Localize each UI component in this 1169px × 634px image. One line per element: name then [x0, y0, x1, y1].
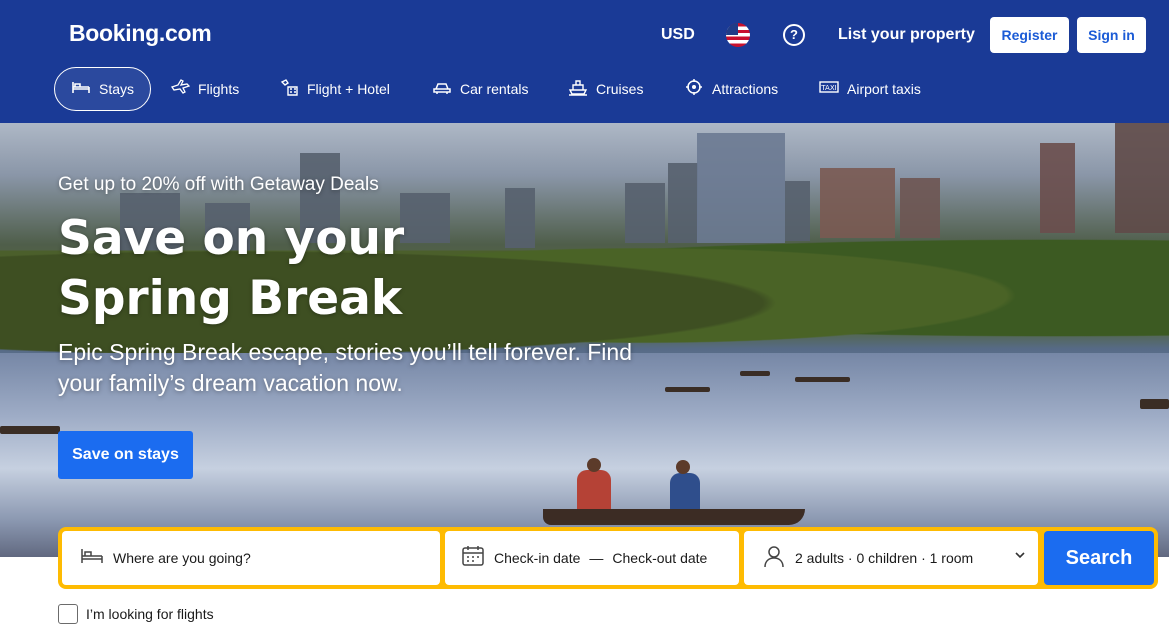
bed-icon: [71, 79, 91, 100]
hero-subtitle: Epic Spring Break escape, stories you’ll…: [58, 339, 632, 396]
chevron-down-icon: [1014, 549, 1026, 564]
nav-label: Flights: [198, 81, 240, 97]
sign-in-button[interactable]: Sign in: [1077, 17, 1146, 53]
destination-field[interactable]: Where are you going?: [62, 531, 440, 585]
taxi-icon: TAXI: [819, 80, 839, 99]
svg-text:TAXI: TAXI: [820, 84, 836, 92]
date-separator: —: [589, 550, 604, 566]
plane-icon: [170, 78, 191, 100]
rowboat: [543, 509, 805, 525]
rower-head: [587, 458, 601, 472]
nav-airport-taxis[interactable]: TAXI Airport taxis: [819, 67, 921, 111]
nav-flights[interactable]: Flights: [170, 67, 239, 111]
date-picker-field[interactable]: Check-in date — Check-out date: [445, 531, 739, 585]
nav-label: Car rentals: [460, 81, 529, 97]
rowboat: [740, 371, 770, 376]
flight-hotel-icon: [279, 78, 299, 101]
guests-value: 2 adults · 0 children · 1 room: [795, 550, 974, 566]
nav-stays[interactable]: Stays: [54, 67, 152, 111]
hero-title: Save on your Spring Break: [58, 211, 405, 326]
us-flag-icon[interactable]: [726, 23, 750, 47]
flights-checkbox-row[interactable]: I’m looking for flights: [58, 604, 214, 624]
destination-placeholder: Where are you going?: [113, 550, 251, 566]
rower-person: [577, 470, 611, 512]
top-header: Booking.com USD ? List your property Reg…: [0, 0, 1169, 123]
flights-checkbox-label: I’m looking for flights: [86, 606, 214, 622]
nav-label: Attractions: [712, 81, 779, 97]
attractions-icon: [684, 77, 704, 102]
nav-label: Cruises: [596, 81, 644, 97]
rowboat: [1140, 399, 1169, 409]
currency-selector[interactable]: USD: [661, 26, 695, 44]
flights-checkbox[interactable]: [58, 604, 78, 624]
help-icon[interactable]: ?: [783, 24, 805, 46]
guests-selector[interactable]: 2 adults · 0 children · 1 room: [744, 531, 1038, 585]
bed-icon: [80, 547, 104, 570]
nav-cruises[interactable]: Cruises: [568, 67, 643, 111]
hero-eyebrow: Get up to 20% off with Getaway Deals: [58, 174, 379, 195]
nav-label: Airport taxis: [847, 81, 921, 97]
checkout-label: Check-out date: [612, 550, 708, 566]
search-bar: Where are you going? Check-in date — Che…: [58, 527, 1158, 589]
person-icon: [762, 544, 786, 573]
rower-head: [676, 460, 690, 474]
checkin-label: Check-in date: [494, 550, 581, 566]
ship-icon: [568, 78, 588, 101]
booking-logo[interactable]: Booking.com: [69, 20, 212, 47]
calendar-icon: [461, 545, 485, 572]
nav-label: Stays: [99, 81, 135, 97]
rowboat: [795, 377, 850, 382]
car-icon: [432, 80, 452, 99]
nav-flight-hotel[interactable]: Flight + Hotel: [279, 67, 390, 111]
nav-label: Flight + Hotel: [307, 81, 390, 97]
register-button[interactable]: Register: [990, 17, 1069, 53]
search-button[interactable]: Search: [1044, 531, 1154, 585]
rower-person: [670, 473, 700, 513]
rowboat: [0, 426, 60, 434]
hero-banner: Get up to 20% off with Getaway Deals Sav…: [0, 123, 1169, 557]
list-property-link[interactable]: List your property: [838, 26, 975, 44]
save-on-stays-button[interactable]: Save on stays: [58, 431, 193, 479]
nav-attractions[interactable]: Attractions: [684, 67, 778, 111]
nav-car-rentals[interactable]: Car rentals: [432, 67, 528, 111]
